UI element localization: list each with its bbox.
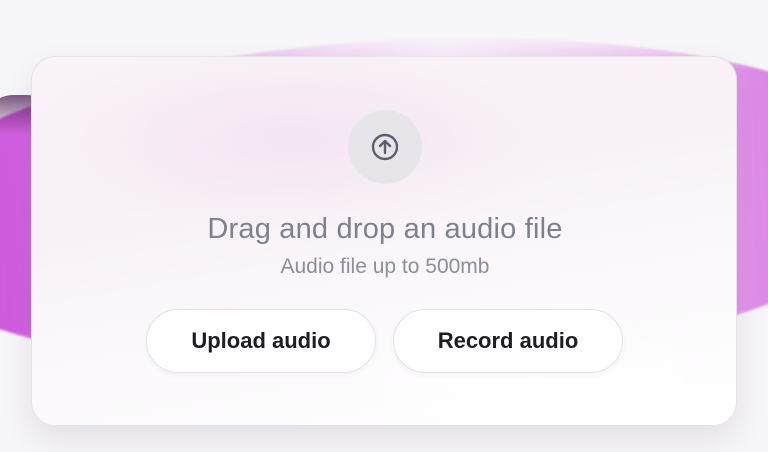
upload-arrow-circle-icon [370, 132, 400, 162]
audio-dropzone-card[interactable]: Drag and drop an audio file Audio file u… [31, 56, 737, 426]
dropzone-title: Drag and drop an audio file [207, 213, 563, 245]
upload-icon-circle[interactable] [348, 110, 422, 184]
dropzone-subtitle: Audio file up to 500mb [280, 255, 490, 278]
upload-audio-button[interactable]: Upload audio [146, 309, 376, 373]
record-audio-button[interactable]: Record audio [393, 309, 623, 373]
